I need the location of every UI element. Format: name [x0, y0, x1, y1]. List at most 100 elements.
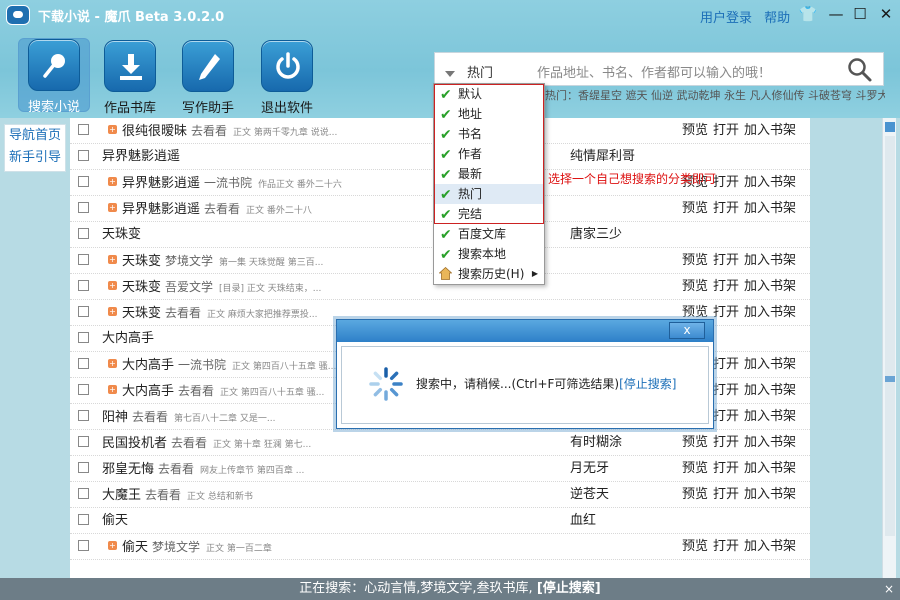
tool-search-novel[interactable]: 搜索小说 — [18, 38, 90, 115]
preview-link[interactable]: 预览 — [682, 253, 708, 268]
book-title[interactable]: 异界魅影逍遥 — [102, 146, 180, 168]
tool-exit[interactable]: 退出软件 — [251, 40, 323, 116]
dropdown-item[interactable]: 搜索历史(H) ▶ — [434, 264, 544, 284]
open-link[interactable]: 打开 — [713, 409, 739, 424]
preview-link[interactable]: 预览 — [682, 487, 708, 502]
table-row[interactable]: 大魔王 去看看 正文 总结和新书 逆苍天 预览 打开 加入书架 — [70, 482, 810, 508]
row-checkbox[interactable] — [78, 514, 89, 525]
search-box[interactable]: 热门 作品地址、书名、作者都可以输入的哦！ — [434, 52, 884, 86]
skin-shirt-icon[interactable]: 👕 — [798, 4, 818, 24]
open-link[interactable]: 打开 — [713, 383, 739, 398]
row-checkbox[interactable] — [78, 436, 89, 447]
dropdown-item[interactable]: ✔ 搜索本地 — [434, 244, 544, 264]
preview-link[interactable]: 预览 — [682, 201, 708, 216]
maximize-button[interactable]: ☐ — [850, 4, 870, 24]
expand-plus-icon[interactable]: + — [108, 125, 117, 134]
table-row[interactable]: 民国投机者 去看看 正文 第十章 狂澜 第七... 有时糊涂 预览 打开 加入书架 — [70, 430, 810, 456]
tool-writing-assistant[interactable]: 写作助手 — [172, 40, 244, 116]
add-shelf-link[interactable]: 加入书架 — [744, 357, 796, 372]
row-checkbox[interactable] — [78, 228, 89, 239]
help-link[interactable]: 帮助 — [764, 11, 790, 26]
expand-plus-icon[interactable]: + — [108, 177, 117, 186]
book-title[interactable]: 天珠变 去看看 正文 麻烦大家把推荐票投... — [122, 302, 317, 326]
table-row[interactable]: + 偷天 梦境文学 正文 第一百二章 预览 打开 加入书架 — [70, 534, 810, 560]
dropdown-item[interactable]: ✔ 最新 — [434, 164, 544, 184]
dropdown-item[interactable]: ✔ 作者 — [434, 144, 544, 164]
preview-link[interactable]: 预览 — [682, 435, 708, 450]
login-link[interactable]: 用户登录 — [700, 11, 752, 26]
row-checkbox[interactable] — [78, 462, 89, 473]
close-button[interactable]: ✕ — [876, 4, 896, 24]
row-checkbox[interactable] — [78, 124, 89, 135]
book-title[interactable]: 民国投机者 去看看 正文 第十章 狂澜 第七... — [102, 432, 311, 456]
open-link[interactable]: 打开 — [713, 253, 739, 268]
row-checkbox[interactable] — [78, 358, 89, 369]
open-link[interactable]: 打开 — [713, 539, 739, 554]
dialog-close-button[interactable]: x — [669, 322, 705, 339]
preview-link[interactable]: 预览 — [682, 123, 708, 138]
book-title[interactable]: 天珠变 — [102, 224, 141, 246]
dropdown-item[interactable]: ✔ 默认 — [434, 84, 544, 104]
book-title[interactable]: 偷天 梦境文学 正文 第一百二章 — [122, 536, 272, 560]
add-shelf-link[interactable]: 加入书架 — [744, 461, 796, 476]
book-title[interactable]: 大内高手 一流书院 正文 第四百八十五章 骚... — [122, 354, 336, 378]
book-title[interactable]: 大魔王 去看看 正文 总结和新书 — [102, 484, 253, 508]
vertical-scrollbar[interactable] — [882, 118, 896, 578]
book-title[interactable]: 偷天 — [102, 510, 128, 532]
scroll-up-icon[interactable] — [885, 122, 895, 132]
table-row[interactable]: 邪皇无悔 去看看 网友上传章节 第四百章 ... 月无牙 预览 打开 加入书架 — [70, 456, 810, 482]
add-shelf-link[interactable]: 加入书架 — [744, 175, 796, 190]
row-checkbox[interactable] — [78, 488, 89, 499]
row-checkbox[interactable] — [78, 202, 89, 213]
search-input[interactable]: 作品地址、书名、作者都可以输入的哦！ — [537, 62, 771, 81]
open-link[interactable]: 打开 — [713, 461, 739, 476]
row-checkbox[interactable] — [78, 410, 89, 421]
book-title[interactable]: 天珠变 梦境文学 第一集 天珠觉醒 第三百... — [122, 250, 323, 274]
add-shelf-link[interactable]: 加入书架 — [744, 123, 796, 138]
open-link[interactable]: 打开 — [713, 175, 739, 190]
preview-link[interactable]: 预览 — [682, 279, 708, 294]
dropdown-item[interactable]: ✔ 热门 — [434, 184, 544, 204]
open-link[interactable]: 打开 — [713, 357, 739, 372]
book-title[interactable]: 阳神 去看看 第七百八十二章 又是一... — [102, 406, 275, 430]
open-link[interactable]: 打开 — [713, 305, 739, 320]
open-link[interactable]: 打开 — [713, 123, 739, 138]
preview-link[interactable]: 预览 — [682, 539, 708, 554]
table-row[interactable]: 偷天 血红 — [70, 508, 810, 534]
status-stop-link[interactable]: [停止搜索] — [537, 581, 601, 596]
nav-home[interactable]: 导航首页 — [5, 125, 65, 147]
book-title[interactable]: 天珠变 吾爱文学 [目录] 正文 天珠结束，... — [122, 276, 321, 300]
expand-plus-icon[interactable]: + — [108, 385, 117, 394]
book-title[interactable]: 异界魅影逍遥 一流书院 作品正文 番外二十六 — [122, 172, 342, 196]
row-checkbox[interactable] — [78, 150, 89, 161]
stop-search-link[interactable]: [停止搜索] — [619, 377, 676, 391]
add-shelf-link[interactable]: 加入书架 — [744, 409, 796, 424]
preview-link[interactable]: 预览 — [682, 461, 708, 476]
row-checkbox[interactable] — [78, 306, 89, 317]
category-select[interactable]: 热门 — [445, 62, 493, 81]
row-checkbox[interactable] — [78, 254, 89, 265]
row-checkbox[interactable] — [78, 332, 89, 343]
add-shelf-link[interactable]: 加入书架 — [744, 383, 796, 398]
hot-keywords[interactable]: 热门：香缇星空 遮天 仙逆 武动乾坤 永生 凡人修仙传 斗破苍穹 斗罗大陆 — [545, 87, 885, 103]
add-shelf-link[interactable]: 加入书架 — [744, 305, 796, 320]
add-shelf-link[interactable]: 加入书架 — [744, 253, 796, 268]
row-checkbox[interactable] — [78, 384, 89, 395]
expand-plus-icon[interactable]: + — [108, 203, 117, 212]
add-shelf-link[interactable]: 加入书架 — [744, 539, 796, 554]
open-link[interactable]: 打开 — [713, 435, 739, 450]
search-button-icon[interactable] — [847, 57, 873, 86]
book-title[interactable]: 大内高手 — [102, 328, 154, 350]
add-shelf-link[interactable]: 加入书架 — [744, 201, 796, 216]
scroll-thumb[interactable] — [885, 136, 895, 536]
expand-plus-icon[interactable]: + — [108, 359, 117, 368]
row-checkbox[interactable] — [78, 540, 89, 551]
open-link[interactable]: 打开 — [713, 279, 739, 294]
add-shelf-link[interactable]: 加入书架 — [744, 279, 796, 294]
dropdown-item[interactable]: ✔ 完结 — [434, 204, 544, 224]
dropdown-item[interactable]: ✔ 百度文库 — [434, 224, 544, 244]
minimize-button[interactable]: — — [826, 4, 846, 24]
book-title[interactable]: 很纯很暧昧 去看看 正文 第两千零九章 说说... — [122, 120, 337, 144]
dropdown-item[interactable]: ✔ 地址 — [434, 104, 544, 124]
add-shelf-link[interactable]: 加入书架 — [744, 487, 796, 502]
